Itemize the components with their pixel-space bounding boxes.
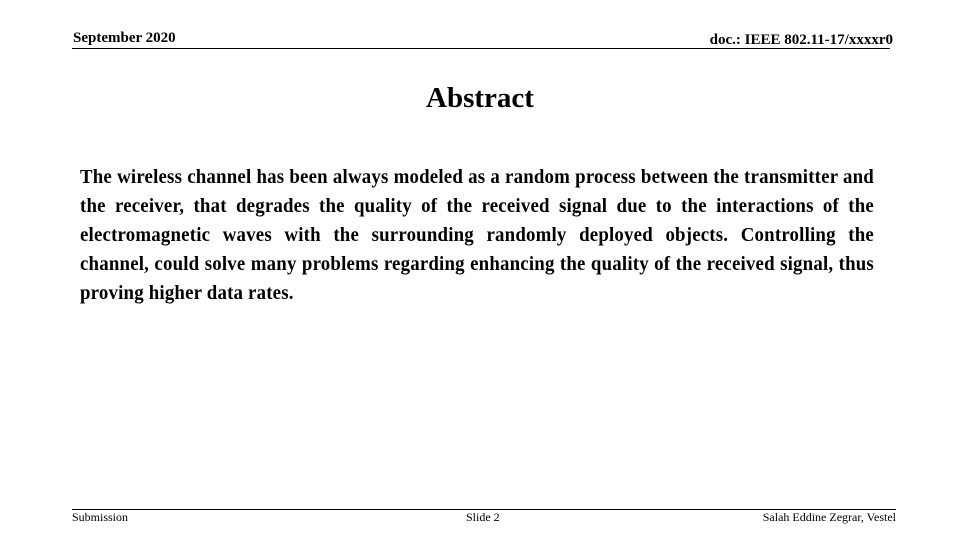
- footer-author: Salah Eddine Zegrar, Vestel: [762, 510, 896, 524]
- slide-title: Abstract: [426, 82, 534, 114]
- header-doc-id: doc.: IEEE 802.11-17/xxxxr0: [709, 32, 893, 48]
- header-date: September 2020: [73, 30, 176, 46]
- footer-submission: Submission: [72, 510, 129, 524]
- abstract-body: The wireless channel has been always mod…: [80, 166, 874, 304]
- header-divider: [72, 48, 890, 49]
- footer-slide-number: Slide 2: [466, 510, 500, 524]
